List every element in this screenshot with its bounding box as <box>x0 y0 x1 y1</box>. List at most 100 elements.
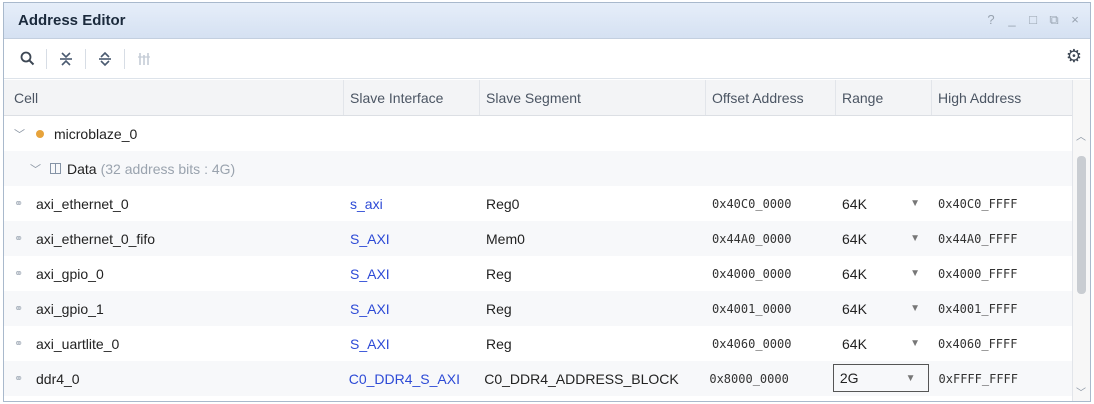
slave-segment: Reg0 <box>486 195 520 212</box>
collapse-all-icon[interactable] <box>53 46 79 72</box>
dropdown-arrow-icon[interactable]: ▼ <box>910 268 920 279</box>
close-icon[interactable]: × <box>1068 12 1082 28</box>
range-value: 64K <box>842 265 867 282</box>
settings-gear-icon[interactable]: ⚙ <box>1066 46 1082 67</box>
offset-address[interactable]: 0x44A0_0000 <box>706 221 836 256</box>
range-select[interactable]: 64K ▼ <box>836 291 932 326</box>
header-range[interactable]: Range <box>836 80 932 115</box>
dropdown-arrow-icon[interactable]: ▼ <box>910 198 920 209</box>
offset-address[interactable]: 0x40C0_0000 <box>706 186 836 221</box>
high-address: 0x4060_FFFF <box>938 336 1018 351</box>
expand-all-icon[interactable] <box>92 46 118 72</box>
float-icon[interactable]: ⧉ <box>1047 12 1061 28</box>
row-cell: ⚭ ddr4_0 <box>4 361 343 396</box>
header-high-address[interactable]: High Address <box>932 80 1074 115</box>
range-value: 2G <box>839 370 859 386</box>
table-row[interactable]: ⚭ axi_gpio_0 S_AXI Reg 0x4000_0000 64K ▼ 0… <box>4 256 1074 291</box>
search-icon[interactable] <box>14 46 40 72</box>
cell-name: axi_uartlite_0 <box>36 335 120 352</box>
range-select[interactable]: 64K ▼ <box>836 326 932 361</box>
chevron-down-icon[interactable]: ﹀ <box>14 126 30 142</box>
slave-interface[interactable]: S_AXI <box>344 326 480 361</box>
chevron-down-icon[interactable]: ﹀ <box>30 161 46 177</box>
offset-address[interactable]: 0x4001_0000 <box>706 291 836 326</box>
cell-name: axi_gpio_0 <box>36 265 104 282</box>
address-space-cell: ﹀ Data (32 address bits : 4G) <box>4 151 604 186</box>
processor-icon <box>36 129 44 138</box>
row-cell: ⚭ axi_gpio_0 <box>4 256 344 291</box>
link-icon: ⚭ <box>14 303 24 315</box>
scrollbar-thumb[interactable] <box>1077 156 1086 294</box>
slave-interface[interactable]: S_AXI <box>344 221 480 256</box>
auto-assign-icon[interactable] <box>131 46 157 72</box>
header-cell[interactable]: Cell <box>4 80 344 115</box>
toolbar-separator <box>46 48 47 69</box>
toolbar-separator <box>85 48 86 69</box>
offset-address[interactable]: 0x4000_0000 <box>706 256 836 291</box>
cell-name: axi_gpio_1 <box>36 300 104 317</box>
dropdown-arrow-icon[interactable]: ▼ <box>910 233 920 244</box>
high-address: 0x4001_FFFF <box>938 301 1018 316</box>
slave-segment: Mem0 <box>486 230 525 247</box>
minimize-icon[interactable]: _ <box>1005 12 1019 28</box>
title-bar: Address Editor ? _ □ ⧉ × <box>4 3 1090 39</box>
row-cell: ⚭ axi_uartlite_0 <box>4 326 344 361</box>
range-select[interactable]: 64K ▼ <box>836 186 932 221</box>
address-space-icon <box>50 163 61 174</box>
address-space-info: (32 address bits : 4G) <box>100 160 236 177</box>
high-address: 0xFFFF_FFFF <box>938 371 1019 386</box>
slave-interface[interactable]: S_AXI <box>344 256 480 291</box>
dropdown-arrow-icon[interactable]: ▼ <box>910 338 920 349</box>
slave-segment: Reg <box>486 300 512 317</box>
table-row[interactable]: ⚭ axi_ethernet_0 s_axi Reg0 0x40C0_0000 6… <box>4 186 1074 221</box>
high-address: 0x4000_FFFF <box>938 266 1018 281</box>
slave-interface[interactable]: S_AXI <box>344 291 480 326</box>
header-slave-segment[interactable]: Slave Segment <box>480 80 706 115</box>
window-title: Address Editor <box>18 12 126 29</box>
window-controls: ? _ □ ⧉ × <box>984 12 1082 28</box>
slave-interface[interactable]: s_axi <box>344 186 480 221</box>
master-cell: ﹀ microblaze_0 <box>4 116 344 151</box>
dropdown-arrow-icon[interactable]: ▼ <box>910 303 920 314</box>
tree-row-master[interactable]: ﹀ microblaze_0 <box>4 116 1074 151</box>
table-row[interactable]: ⚭ axi_gpio_1 S_AXI Reg 0x4001_0000 64K ▼ 0… <box>4 291 1074 326</box>
link-icon: ⚭ <box>14 233 24 245</box>
scroll-down-icon[interactable]: ﹀ <box>1076 384 1086 399</box>
row-cell: ⚭ axi_ethernet_0_fifo <box>4 221 344 256</box>
header-slave-interface[interactable]: Slave Interface <box>344 80 480 115</box>
range-value: 64K <box>842 230 867 247</box>
link-icon: ⚭ <box>14 198 24 210</box>
address-table: Cell Slave Interface Slave Segment Offse… <box>4 80 1074 396</box>
range-select[interactable]: 64K ▼ <box>836 256 932 291</box>
table-row[interactable]: ⚭ axi_ethernet_0_fifo S_AXI Mem0 0x44A0_0… <box>4 221 1074 256</box>
slave-segment: Reg <box>486 335 512 352</box>
range-select-active[interactable]: 2G ▼ <box>832 364 929 392</box>
help-icon[interactable]: ? <box>984 12 998 28</box>
cell-name: ddr4_0 <box>36 370 80 387</box>
row-cell: ⚭ axi_ethernet_0 <box>4 186 344 221</box>
maximize-icon[interactable]: □ <box>1026 12 1040 28</box>
vertical-scrollbar[interactable]: ︿ ﹀ <box>1072 80 1090 401</box>
high-address: 0x44A0_FFFF <box>938 231 1018 246</box>
row-cell: ⚭ axi_gpio_1 <box>4 291 344 326</box>
slave-segment: Reg <box>486 265 512 282</box>
range-select[interactable]: 64K ▼ <box>836 221 932 256</box>
high-address: 0x40C0_FFFF <box>938 196 1018 211</box>
slave-segment: C0_DDR4_ADDRESS_BLOCK <box>484 370 679 387</box>
table-row[interactable]: ⚭ axi_uartlite_0 S_AXI Reg 0x4060_0000 64… <box>4 326 1074 361</box>
address-space-name: Data <box>67 160 97 177</box>
tree-row-address-space[interactable]: ﹀ Data (32 address bits : 4G) <box>4 151 1074 186</box>
link-icon: ⚭ <box>14 268 24 280</box>
table-row[interactable]: ⚭ ddr4_0 C0_DDR4_S_AXI C0_DDR4_ADDRESS_BL… <box>4 361 1074 396</box>
cell-name: axi_ethernet_0 <box>36 195 129 212</box>
offset-address[interactable]: 0x8000_0000 <box>703 361 833 396</box>
toolbar-separator <box>124 48 125 69</box>
offset-address[interactable]: 0x4060_0000 <box>706 326 836 361</box>
scroll-up-icon[interactable]: ︿ <box>1076 128 1086 143</box>
header-offset-address[interactable]: Offset Address <box>706 80 836 115</box>
slave-interface[interactable]: C0_DDR4_S_AXI <box>343 361 479 396</box>
address-editor-window: Address Editor ? _ □ ⧉ × ⚙ Cell Slave In… <box>3 2 1091 402</box>
dropdown-arrow-icon[interactable]: ▼ <box>906 373 916 384</box>
toolbar: ⚙ <box>4 39 1090 79</box>
cell-name: axi_ethernet_0_fifo <box>36 230 156 247</box>
